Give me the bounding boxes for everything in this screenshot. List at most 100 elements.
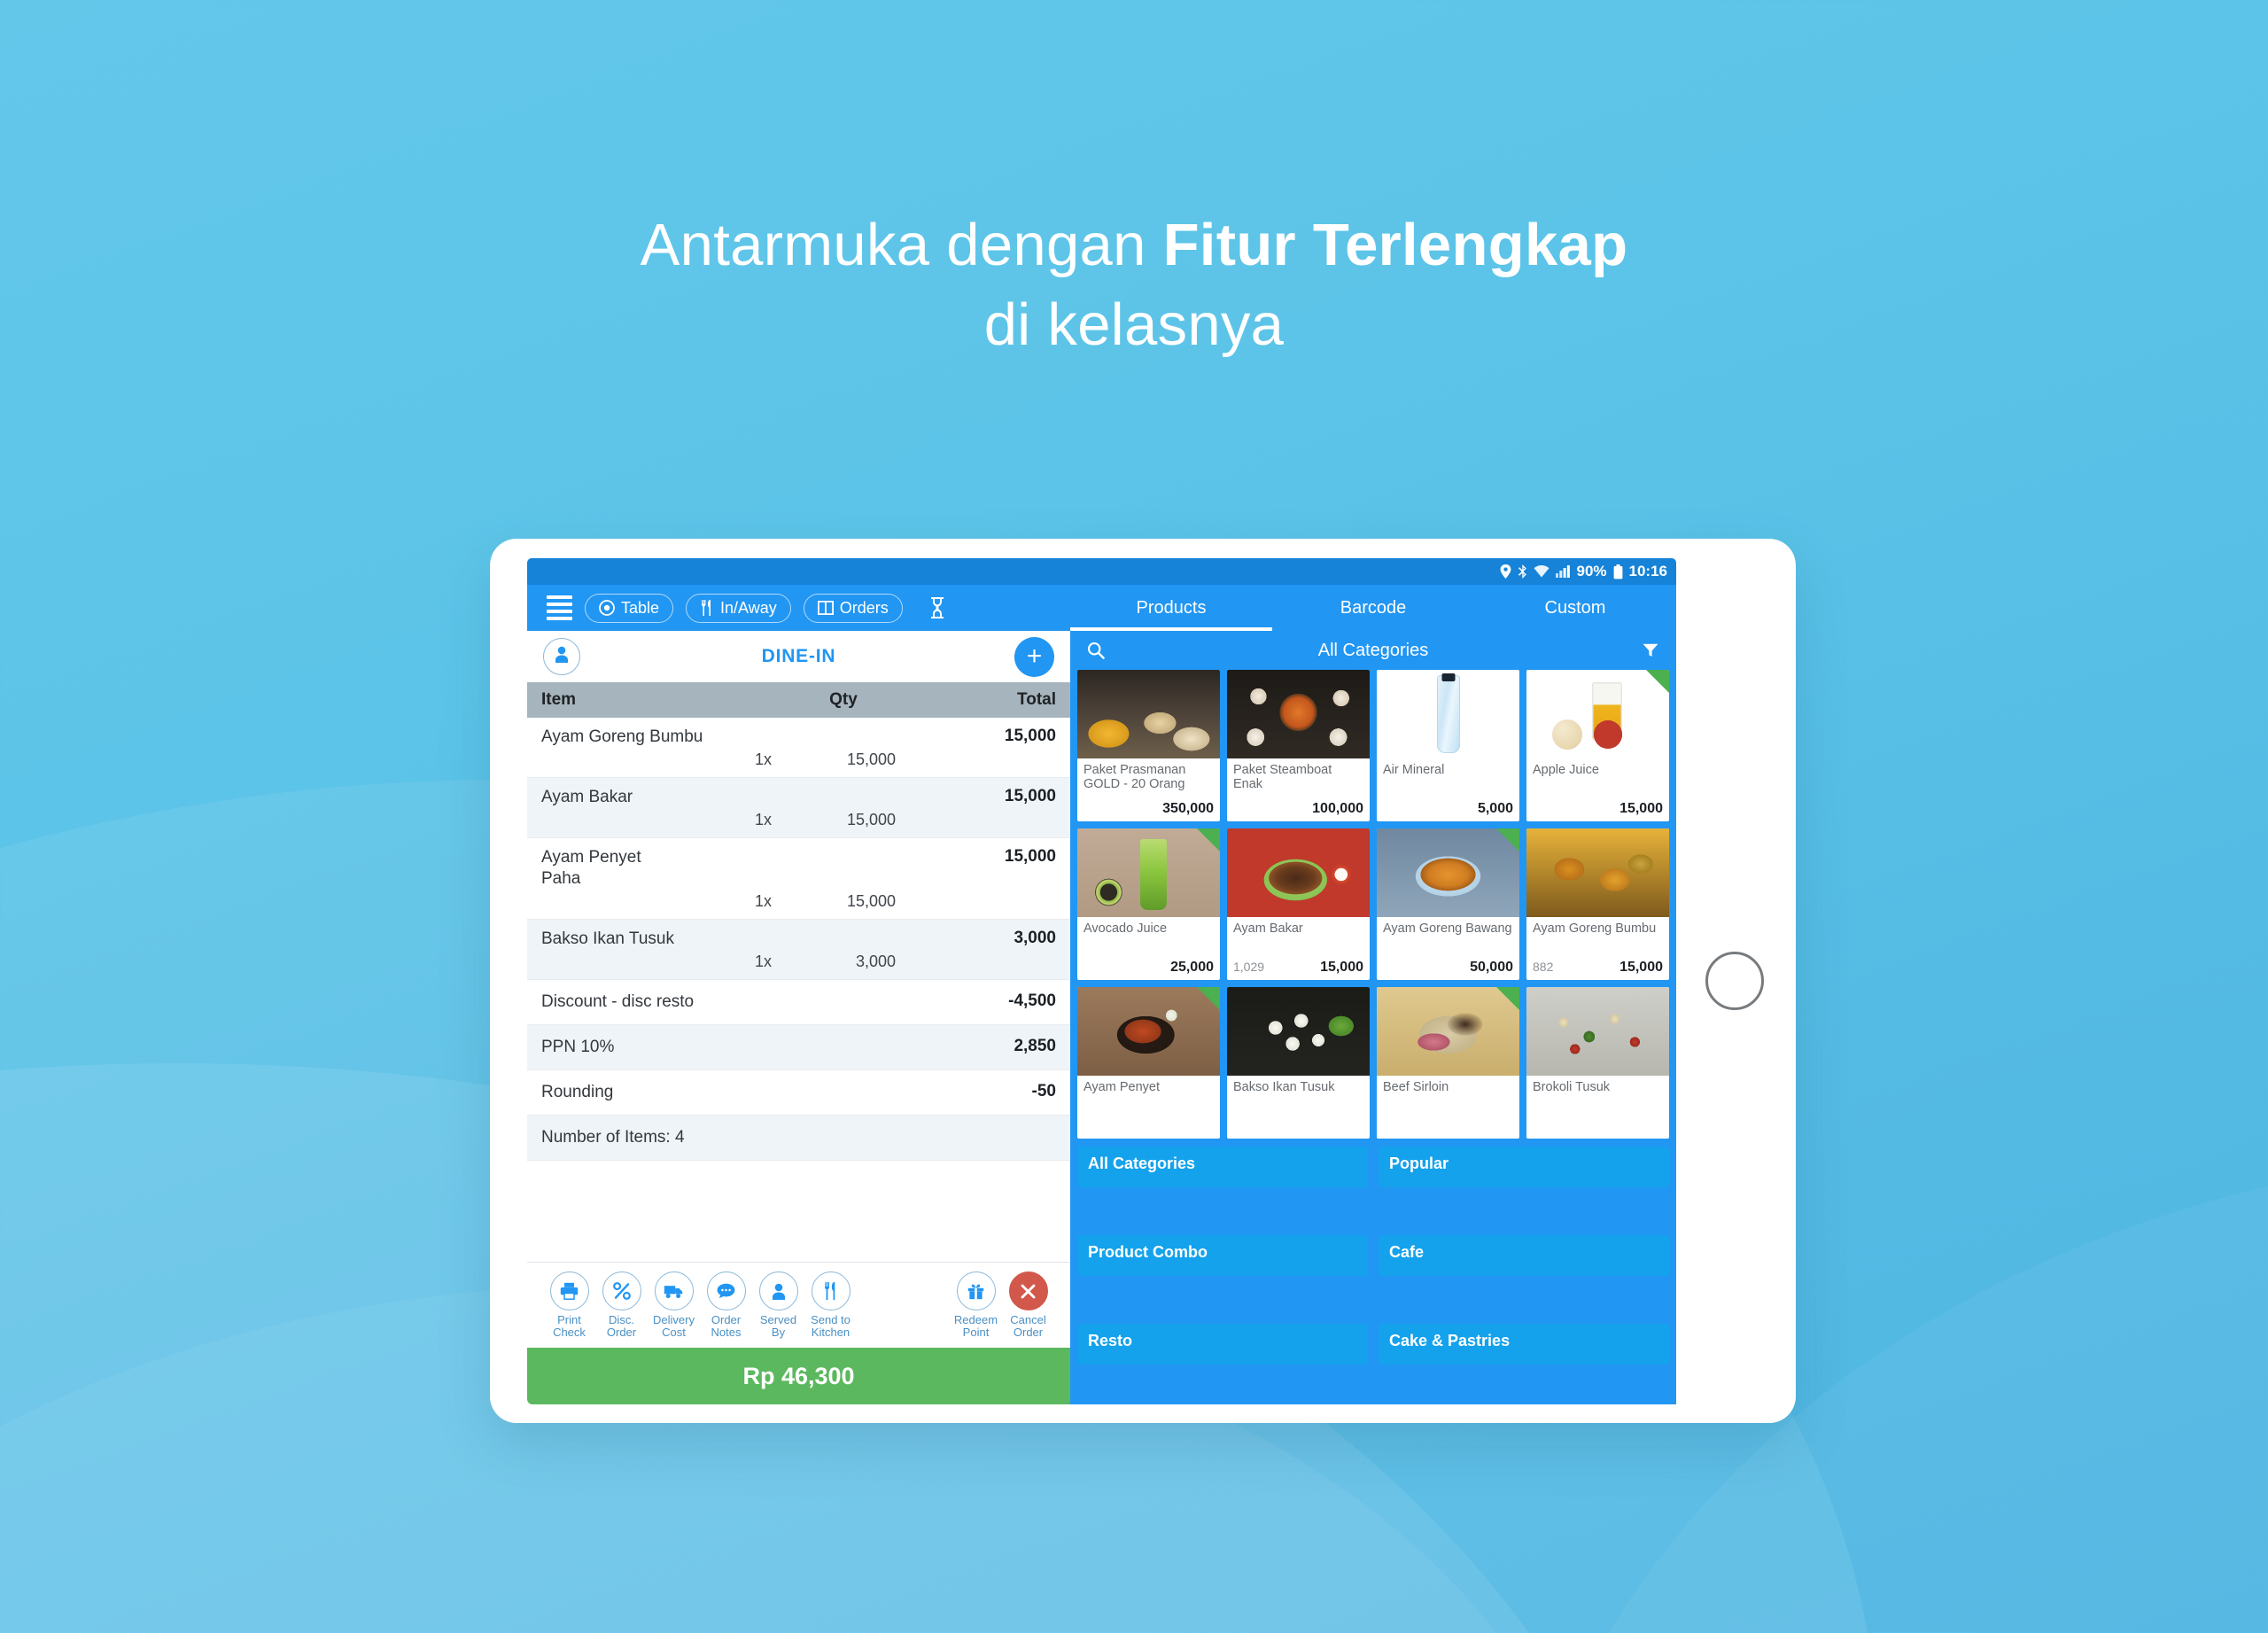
order-row-name: Number of Items: 4 — [541, 1128, 685, 1147]
order-row-name: Rounding — [541, 1083, 614, 1101]
product-card[interactable]: Ayam Penyet — [1077, 987, 1220, 1139]
product-card[interactable]: Apple Juice 15,000 — [1526, 670, 1669, 821]
tab-products[interactable]: Products — [1070, 585, 1272, 631]
category-tile[interactable]: Popular — [1379, 1147, 1669, 1187]
action-redeem-point-button[interactable]: Redeem Point — [950, 1271, 1002, 1339]
percent-icon — [602, 1271, 641, 1310]
product-name: Bakso Ikan Tusuk — [1233, 1080, 1335, 1094]
product-card[interactable]: Ayam Goreng Bawang 50,000 — [1377, 828, 1519, 980]
action-served-by-button[interactable]: Served By — [752, 1271, 804, 1339]
order-panel: DINE-IN + Item Qty Total Ayam Goreng Bum… — [527, 631, 1070, 1404]
order-row-total: 2,850 — [1014, 1037, 1056, 1055]
printer-icon — [549, 1271, 589, 1310]
product-card[interactable]: Paket Steamboat Enak 100,000 — [1227, 670, 1370, 821]
bluetooth-icon — [1518, 564, 1527, 579]
product-image — [1526, 828, 1669, 917]
orders-button[interactable]: Orders — [803, 593, 903, 623]
search-icon[interactable] — [1083, 642, 1109, 659]
order-summary-row[interactable]: Discount - disc resto -4,500 — [527, 980, 1070, 1025]
category-tile[interactable]: Product Combo — [1077, 1235, 1368, 1276]
category-tile[interactable]: Cafe — [1379, 1235, 1669, 1276]
hourglass-icon[interactable] — [922, 597, 952, 618]
tab-barcode[interactable]: Barcode — [1272, 585, 1474, 631]
category-tile[interactable]: All Categories — [1077, 1147, 1368, 1187]
order-item-row[interactable]: Ayam Bakar 15,000 1x 15,000 — [527, 778, 1070, 838]
order-item-row[interactable]: Ayam Goreng Bumbu 15,000 1x 15,000 — [527, 718, 1070, 778]
tab-custom[interactable]: Custom — [1474, 585, 1676, 631]
gift-icon — [956, 1271, 996, 1310]
order-row-total: 15,000 — [1004, 787, 1056, 805]
orders-button-label: Orders — [839, 598, 889, 617]
product-stock: 882 — [1533, 960, 1554, 974]
product-card[interactable]: Brokoli Tusuk — [1526, 987, 1669, 1139]
product-price: 25,000 — [1170, 960, 1214, 975]
order-item-row[interactable]: Ayam Penyet Paha 15,000 1x 15,000 — [527, 838, 1070, 920]
product-thumbnail — [1227, 670, 1370, 758]
product-card[interactable]: Bakso Ikan Tusuk — [1227, 987, 1370, 1139]
product-price: 50,000 — [1470, 960, 1513, 975]
product-badge-corner — [1646, 670, 1669, 693]
customer-button[interactable] — [543, 638, 580, 675]
column-header-qty: Qty — [829, 690, 858, 709]
order-row-total: 15,000 — [1004, 727, 1056, 745]
headline-line-2: di kelasnya — [983, 292, 1285, 358]
category-tile-label: All Categories — [1088, 1155, 1196, 1172]
action-print-check-button[interactable]: Print Check — [543, 1271, 595, 1339]
product-card[interactable]: Air Mineral 5,000 — [1377, 670, 1519, 821]
product-catalog: All Categories Paket Prasmanan GOLD - 20… — [1070, 631, 1676, 1404]
category-tile[interactable]: Cake & Pastries — [1379, 1324, 1669, 1365]
column-header-total: Total — [1017, 690, 1056, 709]
action-order-notes-button[interactable]: Order Notes — [700, 1271, 752, 1339]
product-image — [1077, 670, 1220, 758]
action-label: Order Notes — [711, 1313, 742, 1339]
product-image — [1227, 987, 1370, 1076]
product-card[interactable]: Ayam Bakar 1,029 15,000 — [1227, 828, 1370, 980]
tab-custom-label: Custom — [1544, 597, 1606, 618]
order-summary-row[interactable]: Rounding -50 — [527, 1070, 1070, 1116]
category-tile-label: Cake & Pastries — [1389, 1332, 1511, 1349]
action-disc-order-button[interactable]: Disc. Order — [595, 1271, 648, 1339]
product-grid: Paket Prasmanan GOLD - 20 Orang 350,000 Pa… — [1070, 670, 1676, 1139]
product-thumbnail — [1526, 987, 1669, 1076]
action-delivery-cost-button[interactable]: Delivery Cost — [648, 1271, 700, 1339]
product-card[interactable]: Beef Sirloin — [1377, 987, 1519, 1139]
hamburger-menu-icon[interactable] — [547, 595, 572, 620]
product-name: Beef Sirloin — [1383, 1080, 1449, 1094]
category-tile-label: Product Combo — [1088, 1243, 1208, 1261]
category-list: All Categories Popular Product Combo Cafe Re… — [1070, 1147, 1676, 1404]
catalog-header: All Categories — [1070, 631, 1676, 670]
plus-icon: + — [1026, 642, 1043, 671]
action-send-to-kitchen-button[interactable]: Send to Kitchen — [804, 1271, 857, 1339]
add-order-button[interactable]: + — [1014, 636, 1054, 677]
action-label: Cancel Order — [1010, 1313, 1046, 1339]
product-badge-corner — [1197, 828, 1220, 851]
order-summary-row[interactable]: PPN 10% 2,850 — [527, 1025, 1070, 1070]
table-button[interactable]: Table — [585, 593, 674, 623]
product-badge-corner — [1197, 987, 1220, 1010]
product-price: 5,000 — [1477, 801, 1513, 816]
category-tile[interactable]: Resto — [1077, 1324, 1368, 1365]
product-card[interactable]: Avocado Juice 25,000 — [1077, 828, 1220, 980]
product-price: 350,000 — [1162, 801, 1214, 816]
order-summary-row[interactable]: Number of Items: 4 — [527, 1116, 1070, 1161]
product-name: Apple Juice — [1533, 763, 1599, 777]
order-total-button[interactable]: Rp 46,300 — [527, 1348, 1070, 1404]
location-pin-icon — [1500, 564, 1511, 579]
action-cancel-order-button[interactable]: Cancel Order — [1002, 1271, 1054, 1339]
product-card[interactable]: Paket Prasmanan GOLD - 20 Orang 350,000 — [1077, 670, 1220, 821]
order-row-name: Ayam Bakar — [541, 788, 633, 806]
order-row-qty: 1x — [754, 811, 772, 828]
status-bar: 90% 10:16 — [527, 558, 1676, 585]
product-name: Brokoli Tusuk — [1533, 1080, 1611, 1094]
category-tile-label: Cafe — [1389, 1243, 1425, 1261]
order-item-row[interactable]: Bakso Ikan Tusuk 3,000 1x 3,000 — [527, 920, 1070, 980]
product-card[interactable]: Ayam Goreng Bumbu 882 15,000 — [1526, 828, 1669, 980]
in-away-button[interactable]: In/Away — [686, 593, 791, 623]
home-button[interactable] — [1705, 952, 1764, 1010]
filter-icon[interactable] — [1637, 643, 1664, 657]
truck-icon — [654, 1271, 694, 1310]
order-row-total: -50 — [1031, 1082, 1056, 1100]
tablet-device: 90% 10:16 Table In/Away Orders Products … — [490, 539, 1796, 1423]
product-name: Air Mineral — [1383, 763, 1445, 777]
cutlery-icon — [700, 600, 714, 616]
